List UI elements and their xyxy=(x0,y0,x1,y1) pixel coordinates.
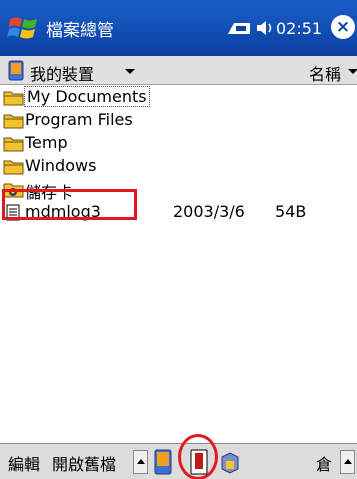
clock[interactable]: 02:51 xyxy=(276,19,322,38)
file-name: Windows xyxy=(25,156,97,175)
file-name: Temp xyxy=(25,133,68,152)
input-panel-label[interactable]: 倉 xyxy=(316,451,332,475)
list-item[interactable]: Program Files xyxy=(0,109,357,132)
chevron-down-icon[interactable] xyxy=(125,69,135,74)
sort-dropdown[interactable]: 名稱 xyxy=(309,61,341,85)
connectivity-icon[interactable] xyxy=(226,20,252,36)
location-dropdown[interactable]: 我的裝置 xyxy=(30,61,94,85)
scroll-up-button[interactable] xyxy=(133,450,148,474)
highlight-circle-annotation xyxy=(178,434,218,479)
file-date: 2003/3/6 xyxy=(173,202,245,221)
open-file-button[interactable]: 開啟舊檔 xyxy=(52,451,116,475)
file-size: 54B xyxy=(275,202,307,221)
title-bar: 檔案總管 02:51 × xyxy=(0,0,357,56)
folder-icon xyxy=(3,160,24,175)
folder-icon xyxy=(3,137,24,152)
location-bar: 我的裝置 名稱 xyxy=(0,56,357,85)
volume-icon[interactable] xyxy=(255,18,275,38)
folder-icon xyxy=(3,114,24,129)
list-item[interactable]: Temp xyxy=(0,132,357,155)
network-share-icon[interactable] xyxy=(220,449,240,475)
list-item[interactable]: My Documents xyxy=(0,86,357,109)
input-panel-toggle[interactable] xyxy=(340,450,355,474)
device-icon[interactable] xyxy=(153,449,173,475)
edit-menu[interactable]: 編輯 xyxy=(8,451,40,475)
list-item[interactable]: Windows xyxy=(0,155,357,178)
file-name: My Documents xyxy=(24,86,150,107)
folder-icon xyxy=(3,91,24,106)
close-button[interactable]: × xyxy=(331,15,355,39)
window-title: 檔案總管 xyxy=(46,21,114,41)
file-name: Program Files xyxy=(25,110,133,129)
highlight-annotation xyxy=(2,189,137,220)
chevron-down-icon[interactable] xyxy=(348,69,357,74)
windows-start-icon[interactable] xyxy=(6,9,42,45)
device-icon xyxy=(8,60,24,81)
